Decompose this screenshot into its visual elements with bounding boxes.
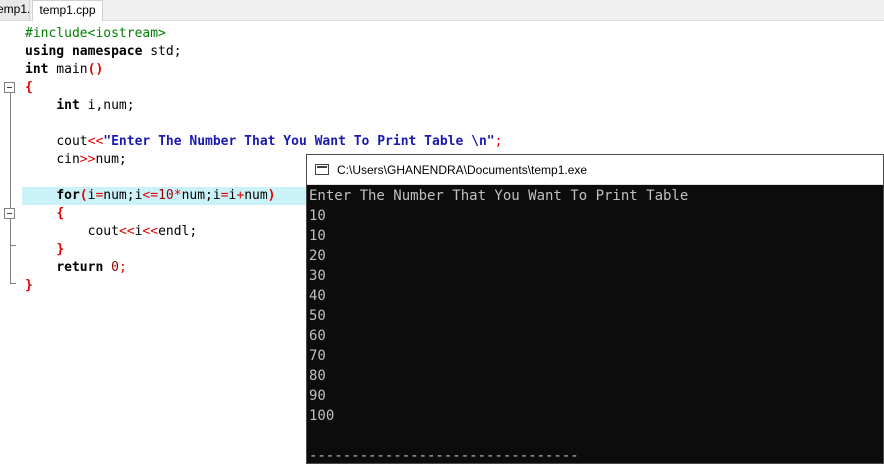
code-line-4: { — [25, 80, 33, 95]
console-line: 70 — [309, 348, 326, 364]
console-window[interactable]: C:\Users\GHANENDRA\Documents\temp1.exe E… — [306, 154, 884, 464]
fold-gutter — [0, 21, 22, 464]
code-line-11: { — [56, 206, 65, 221]
console-title-bar[interactable]: C:\Users\GHANENDRA\Documents\temp1.exe — [307, 155, 883, 185]
console-line: 80 — [309, 368, 326, 384]
code-line-15: } — [25, 278, 33, 293]
code-line-14: return 0; — [56, 260, 127, 275]
console-line: 20 — [309, 248, 326, 264]
tab-bar: emp1.c temp1.cpp — [0, 0, 884, 21]
console-line: 30 — [309, 268, 326, 284]
fold-line-main — [10, 93, 11, 283]
code-line-10: for(i=num;i<=10*num;i=i+num) — [56, 188, 276, 203]
console-line: 90 — [309, 388, 326, 404]
fold-collapse-icon-for[interactable] — [4, 208, 15, 219]
console-line: Enter The Number That You Want To Print … — [309, 188, 689, 204]
console-output: Enter The Number That You Want To Print … — [309, 186, 879, 464]
console-line: 10 — [309, 228, 326, 244]
code-line-8: cin>>num; — [56, 152, 127, 167]
console-line: 10 — [309, 208, 326, 224]
console-title-text: C:\Users\GHANENDRA\Documents\temp1.exe — [337, 163, 588, 177]
tab-temp1-cpp[interactable]: temp1.cpp — [32, 0, 103, 21]
console-line: 40 — [309, 288, 326, 304]
code-line-13: } — [56, 242, 65, 257]
fold-end-marker-main — [10, 283, 16, 284]
console-line: 50 — [309, 308, 326, 324]
fold-collapse-icon-main[interactable] — [4, 82, 15, 93]
code-line-5: int i,num; — [56, 98, 135, 113]
code-line-2: using namespace std; — [25, 44, 182, 59]
console-app-icon — [315, 164, 329, 175]
console-separator: -------------------------------- — [309, 448, 579, 464]
console-line: 60 — [309, 328, 326, 344]
console-line: 100 — [309, 408, 335, 424]
code-line-1: #include<iostream> — [25, 26, 166, 41]
code-line-3: int main() — [25, 62, 104, 77]
code-line-12: cout<<i<<endl; — [87, 224, 198, 239]
fold-end-marker-for — [10, 245, 16, 246]
tab-temp1-c[interactable]: emp1.c — [0, 0, 30, 20]
code-line-7: cout<<"Enter The Number That You Want To… — [56, 134, 503, 149]
